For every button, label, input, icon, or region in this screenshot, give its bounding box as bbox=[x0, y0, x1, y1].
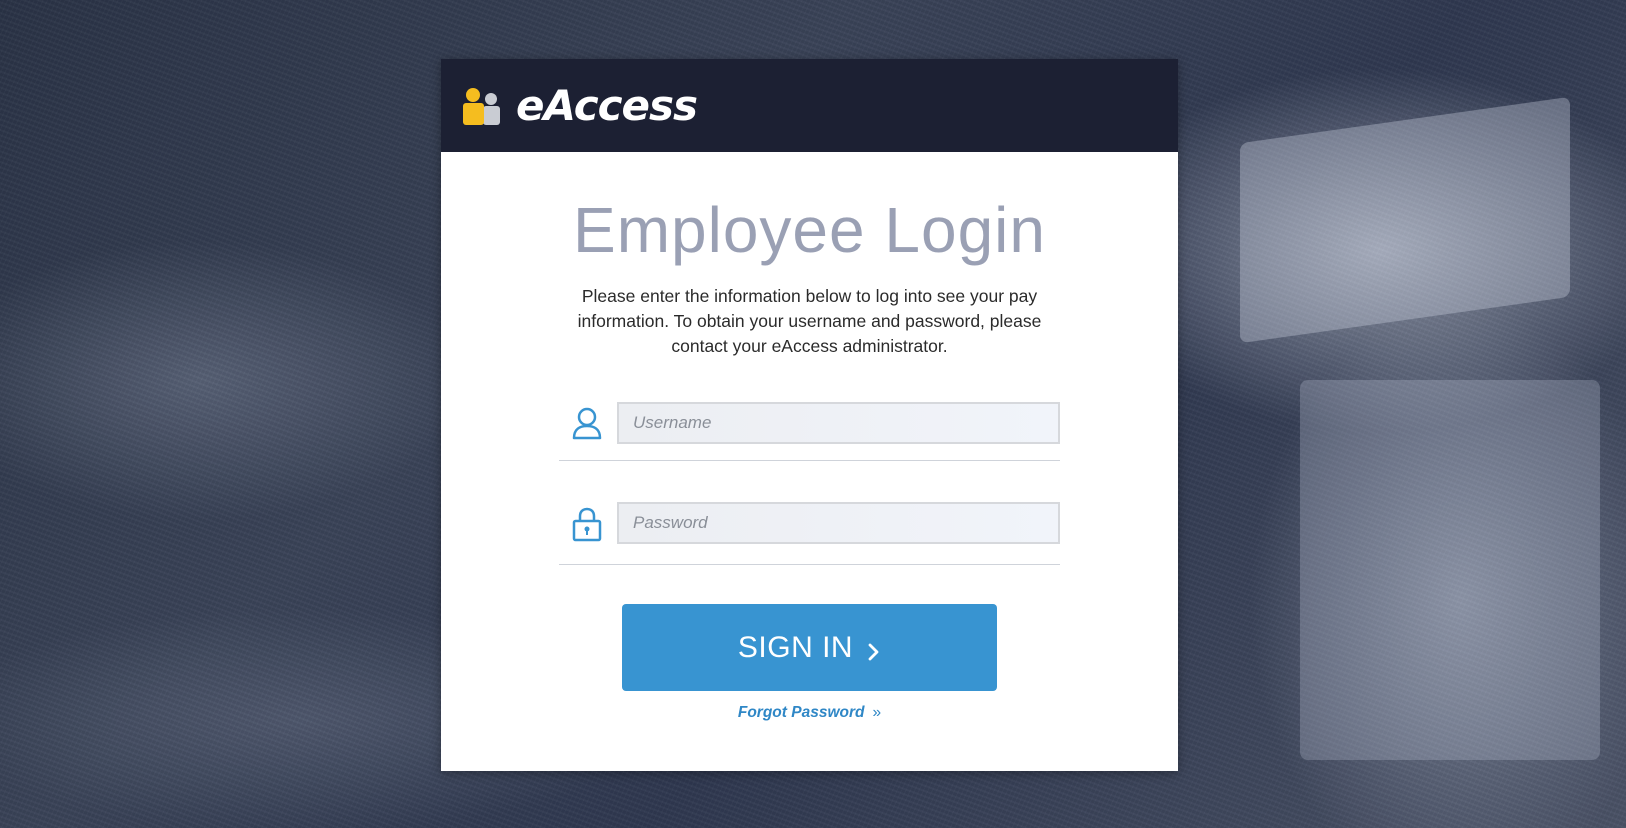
chevron-right-icon bbox=[867, 637, 881, 660]
sign-in-button[interactable]: SIGN IN bbox=[622, 604, 997, 691]
brand-name: eAccess bbox=[516, 80, 698, 130]
card-body: Employee Login Please enter the informat… bbox=[441, 198, 1178, 359]
sign-in-label: SIGN IN bbox=[737, 630, 854, 664]
login-card: eAccess Employee Login Please enter the … bbox=[441, 59, 1178, 771]
lock-icon bbox=[571, 506, 603, 542]
username-row bbox=[559, 402, 1060, 461]
instructions-text: Please enter the information below to lo… bbox=[577, 286, 1042, 356]
password-row bbox=[559, 502, 1060, 565]
forgot-password-label: Forgot Password bbox=[737, 704, 865, 721]
double-chevron-right-icon: » bbox=[872, 704, 882, 721]
user-icon bbox=[571, 406, 603, 440]
card-header: eAccess bbox=[441, 59, 1178, 152]
forgot-password-link[interactable]: Forgot Password » bbox=[441, 704, 1178, 722]
people-logo-icon bbox=[460, 85, 510, 127]
password-input[interactable] bbox=[617, 502, 1060, 544]
background-machine-shape bbox=[1300, 380, 1600, 760]
username-input[interactable] bbox=[617, 402, 1060, 444]
page-title: Employee Login bbox=[573, 194, 1046, 266]
